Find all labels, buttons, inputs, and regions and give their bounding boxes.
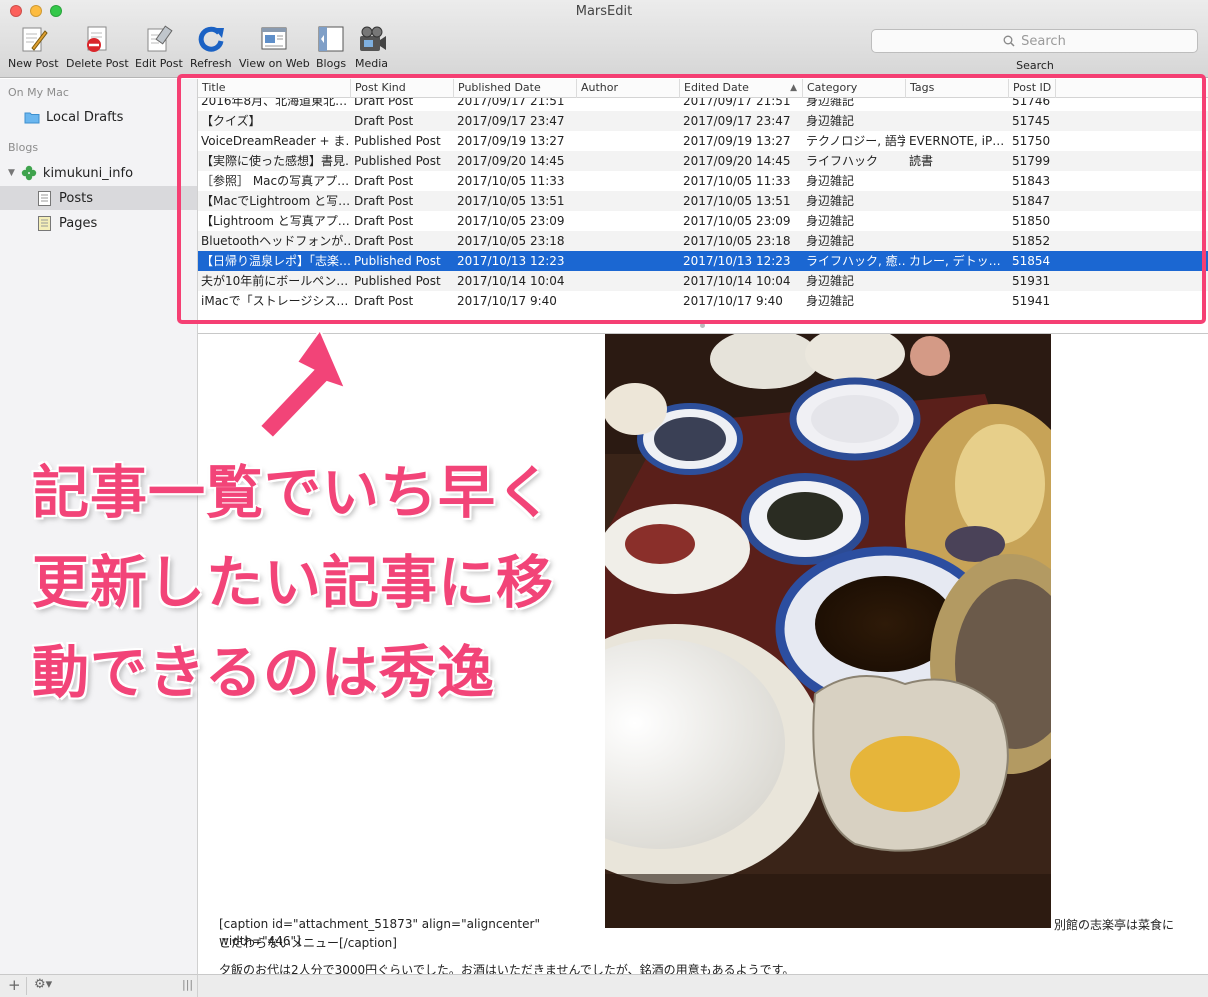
sidebar-header-on-my-mac: On My Mac <box>8 86 69 99</box>
edit-post-icon <box>147 25 173 52</box>
disclosure-triangle-icon[interactable]: ▼ <box>8 168 15 178</box>
view-on-web-button[interactable]: View on Web <box>239 24 310 70</box>
annotation-line-3: 動できるのは秀逸 <box>32 640 495 706</box>
refresh-icon <box>198 26 224 52</box>
clover-blog-icon <box>21 165 37 181</box>
annotation-line-1: 記事一覧でいち早く <box>32 460 554 526</box>
search-input[interactable]: Search <box>871 29 1198 53</box>
media-label: Media <box>355 57 389 70</box>
sidebar-item-label: Posts <box>59 190 93 206</box>
window-toolbar: MarsEdit New Post Delete Post Edit Post <box>0 0 1208 78</box>
new-post-icon <box>22 27 48 52</box>
edit-post-label: Edit Post <box>135 57 183 70</box>
posts-document-icon <box>38 190 51 206</box>
folder-icon <box>24 112 40 123</box>
blogs-label: Blogs <box>316 57 347 70</box>
search-placeholder: Search <box>1021 33 1066 49</box>
new-post-button[interactable]: New Post <box>8 24 59 70</box>
blogs-sidebar-icon <box>318 26 344 52</box>
editor-bottom-bar <box>198 974 1208 997</box>
sidebar-item-posts[interactable]: Posts <box>0 186 197 210</box>
sidebar-item-label: Pages <box>59 215 98 231</box>
annotation-line-2: 更新したい記事に移 <box>32 550 554 616</box>
sidebar-bottom-bar: + ⚙▾ ||| <box>0 974 198 997</box>
browser-window-icon <box>261 27 287 50</box>
divider <box>26 977 27 995</box>
delete-post-icon <box>87 26 107 52</box>
refresh-label: Refresh <box>190 57 232 70</box>
new-post-label: New Post <box>8 57 59 70</box>
delete-post-button[interactable]: Delete Post <box>66 24 129 70</box>
caption-text-tail: 別館の志楽亭は菜食に <box>1054 918 1175 932</box>
view-on-web-label: View on Web <box>239 57 310 70</box>
pages-document-icon <box>38 215 51 231</box>
media-button[interactable]: Media <box>355 24 388 70</box>
blogs-button[interactable]: Blogs <box>316 24 346 70</box>
sidebar-item-pages[interactable]: Pages <box>0 211 197 235</box>
food-photo-image <box>605 334 1051 928</box>
delete-post-label: Delete Post <box>66 57 129 70</box>
resize-handle-icon[interactable]: ||| <box>182 978 193 991</box>
gear-icon[interactable]: ⚙▾ <box>34 977 52 992</box>
media-icon <box>359 26 386 51</box>
window-title: MarsEdit <box>575 4 633 19</box>
edit-post-button[interactable]: Edit Post <box>135 24 183 70</box>
post-list-highlight-box <box>177 74 1206 324</box>
sidebar-item-blog[interactable]: ▼ kimukuni_info <box>0 161 197 185</box>
sidebar-item-label: Local Drafts <box>46 109 124 125</box>
search-label: Search <box>1016 59 1054 72</box>
pointer-arrow-icon <box>258 330 345 440</box>
add-icon[interactable]: + <box>8 976 21 994</box>
sidebar-item-label: kimukuni_info <box>42 165 134 181</box>
refresh-button[interactable]: Refresh <box>190 24 232 70</box>
caption-close-text: こだわらないメニュー[/caption] <box>219 936 397 950</box>
body-paragraph: 夕飯のお代は2人分で3000円ぐらいでした。お酒はいただきませんでしたが、銘酒の… <box>219 963 795 974</box>
magnifier-icon <box>1003 35 1015 47</box>
sidebar-item-local-drafts[interactable]: Local Drafts <box>0 105 197 129</box>
sidebar-header-blogs: Blogs <box>8 141 39 154</box>
